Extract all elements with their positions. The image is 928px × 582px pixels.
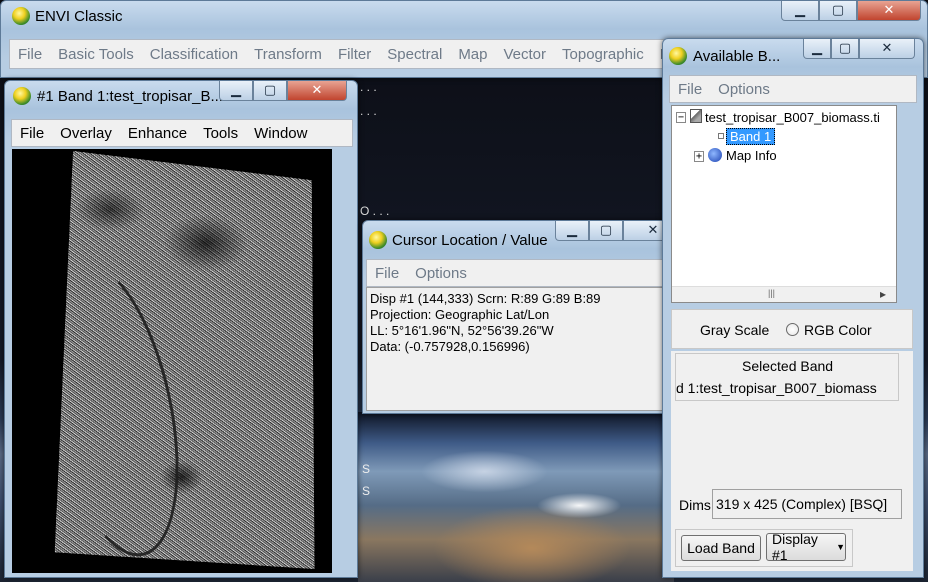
cursor-location-window: Cursor Location / Value ▁ ▢ ✕ File Optio… bbox=[362, 220, 700, 414]
available-bands-window: Available B... ▁ ▢ ✕ File Options − test… bbox=[662, 38, 924, 578]
band-tree-view[interactable]: − test_tropisar_B007_biomass.ti Band 1 +… bbox=[671, 105, 897, 303]
maximize-icon[interactable]: ▢ bbox=[831, 39, 859, 59]
display-window-title: #1 Band 1:test_tropisar_B... bbox=[37, 88, 223, 105]
envi-app-icon bbox=[13, 87, 31, 105]
minimize-icon[interactable]: ▁ bbox=[803, 39, 831, 59]
horizontal-scrollbar[interactable]: ||| ▸ bbox=[672, 286, 896, 302]
cursor-menu-bar: File Options bbox=[366, 259, 694, 287]
minimize-icon[interactable]: ▁ bbox=[219, 81, 253, 101]
display-window: #1 Band 1:test_tropisar_B... ▁ ▢ ✕ File … bbox=[4, 80, 358, 578]
scroll-right-icon[interactable]: ▸ bbox=[880, 287, 886, 301]
menu-topographic[interactable]: Topographic bbox=[554, 46, 652, 63]
menu-classification[interactable]: Classification bbox=[142, 46, 246, 63]
cursor-line-latlon: LL: 5°16'1.96"N, 52°56'39.26"W bbox=[370, 323, 554, 338]
tree-file-name[interactable]: test_tropisar_B007_biomass.ti bbox=[705, 110, 880, 125]
desktop-text-5: S bbox=[362, 484, 371, 498]
gray-scale-label[interactable]: Gray Scale bbox=[700, 322, 769, 338]
selected-band-value: d 1:test_tropisar_B007_biomass bbox=[676, 380, 877, 396]
maximize-icon[interactable]: ▢ bbox=[253, 81, 287, 101]
menu-map[interactable]: Map bbox=[450, 46, 495, 63]
envi-app-icon bbox=[669, 47, 687, 65]
envi-app-icon bbox=[369, 231, 387, 249]
cursor-line-projection: Projection: Geographic Lat/Lon bbox=[370, 307, 550, 322]
menu-file[interactable]: File bbox=[367, 265, 407, 282]
menu-window[interactable]: Window bbox=[246, 125, 315, 142]
menu-overlay[interactable]: Overlay bbox=[52, 125, 120, 142]
rgb-color-radio[interactable] bbox=[786, 323, 799, 336]
menu-basic-tools[interactable]: Basic Tools bbox=[50, 46, 142, 63]
bands-title-bar[interactable]: Available B... ▁ ▢ ✕ bbox=[663, 39, 923, 69]
envi-app-icon bbox=[12, 7, 30, 25]
close-icon[interactable]: ✕ bbox=[859, 39, 915, 59]
main-title-bar[interactable]: ENVI Classic ▁ ▢ ✕ bbox=[1, 1, 927, 31]
cursor-line-data: Data: (-0.757928,0.156996) bbox=[370, 339, 530, 354]
cursor-title-bar[interactable]: Cursor Location / Value ▁ ▢ ✕ bbox=[363, 221, 699, 251]
color-mode-group: Gray Scale RGB Color bbox=[671, 309, 913, 349]
selected-band-group: Selected Band d 1:test_tropisar_B007_bio… bbox=[675, 353, 899, 401]
menu-filter[interactable]: Filter bbox=[330, 46, 379, 63]
bands-window-title: Available B... bbox=[693, 48, 781, 65]
minimize-icon[interactable]: ▁ bbox=[781, 1, 819, 21]
selected-band-label: Selected Band bbox=[742, 358, 834, 374]
image-display-canvas[interactable] bbox=[12, 149, 332, 573]
menu-file[interactable]: File bbox=[10, 46, 50, 63]
desktop-text-1: . . . bbox=[360, 80, 377, 94]
menu-options[interactable]: Options bbox=[407, 265, 475, 282]
rgb-color-label[interactable]: RGB Color bbox=[804, 322, 872, 338]
close-icon[interactable]: ✕ bbox=[857, 1, 921, 21]
file-icon bbox=[690, 109, 702, 123]
minimize-icon[interactable]: ▁ bbox=[555, 221, 589, 241]
dims-label: Dims bbox=[679, 497, 711, 513]
display-select[interactable]: Display #1 ▼ bbox=[766, 531, 846, 563]
desktop-text-2: . . . bbox=[360, 104, 377, 118]
menu-tools[interactable]: Tools bbox=[195, 125, 246, 142]
band-options-panel: Selected Band d 1:test_tropisar_B007_bio… bbox=[671, 351, 913, 571]
tree-band-1[interactable]: Band 1 bbox=[726, 128, 776, 145]
expand-icon[interactable]: + bbox=[694, 151, 704, 162]
cursor-info-panel: Disp #1 (144,333) Scrn: R:89 G:89 B:89 P… bbox=[366, 287, 694, 411]
display-title-bar[interactable]: #1 Band 1:test_tropisar_B... ▁ ▢ ✕ bbox=[5, 81, 357, 111]
menu-vector[interactable]: Vector bbox=[496, 46, 555, 63]
dims-field: 319 x 425 (Complex) [BSQ] bbox=[712, 489, 902, 519]
main-window-title: ENVI Classic bbox=[35, 8, 123, 25]
menu-file[interactable]: File bbox=[12, 125, 52, 142]
dropdown-arrow-icon: ▼ bbox=[836, 542, 845, 552]
menu-file[interactable]: File bbox=[670, 81, 710, 98]
scrollbar-grip-icon[interactable]: ||| bbox=[768, 288, 775, 298]
desktop-text-3: O . . . bbox=[360, 204, 390, 218]
globe-icon bbox=[708, 148, 722, 162]
close-icon[interactable]: ✕ bbox=[287, 81, 347, 101]
collapse-icon[interactable]: − bbox=[676, 112, 686, 123]
cursor-window-title: Cursor Location / Value bbox=[392, 232, 548, 249]
cursor-line-display: Disp #1 (144,333) Scrn: R:89 G:89 B:89 bbox=[370, 291, 601, 306]
band-leaf-icon bbox=[718, 133, 724, 139]
bands-menu-bar: File Options bbox=[669, 75, 917, 103]
menu-transform[interactable]: Transform bbox=[246, 46, 330, 63]
tree-map-info[interactable]: Map Info bbox=[726, 148, 777, 163]
display-select-value: Display #1 bbox=[772, 531, 818, 563]
desktop-wallpaper bbox=[358, 412, 674, 582]
maximize-icon[interactable]: ▢ bbox=[819, 1, 857, 21]
load-band-button[interactable]: Load Band bbox=[681, 535, 761, 561]
desktop-text-4: S bbox=[362, 462, 371, 476]
menu-spectral[interactable]: Spectral bbox=[379, 46, 450, 63]
menu-options[interactable]: Options bbox=[710, 81, 778, 98]
display-menu-bar: File Overlay Enhance Tools Window bbox=[11, 119, 353, 147]
menu-enhance[interactable]: Enhance bbox=[120, 125, 195, 142]
maximize-icon[interactable]: ▢ bbox=[589, 221, 623, 241]
